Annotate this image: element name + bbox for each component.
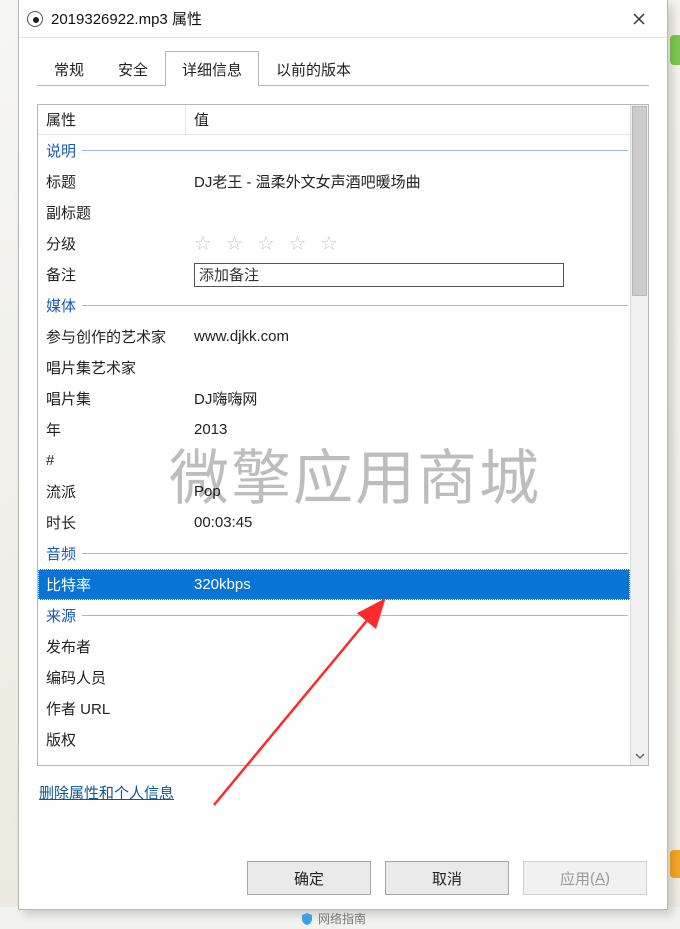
row-author-url[interactable]: 作者 URL [38,693,630,724]
vertical-scrollbar[interactable] [630,105,648,765]
section-description: 说明 [38,135,630,166]
bg-badge-orange [670,850,680,878]
row-title[interactable]: 标题 DJ老王 - 温柔外文女声酒吧暖场曲 [38,166,630,197]
remove-properties-link[interactable]: 删除属性和个人信息 [39,782,174,803]
tab-security[interactable]: 安全 [101,51,165,86]
file-icon [27,11,43,27]
details-grid: 属性 值 说明 标题 DJ老王 - 温柔外文女声酒吧暖场曲 副标题 [37,104,649,766]
row-length[interactable]: 时长 00:03:45 [38,507,630,538]
tab-general[interactable]: 常规 [37,51,101,86]
close-icon [633,13,645,25]
rating-stars[interactable]: ☆ ☆ ☆ ☆ ☆ [194,233,342,255]
row-genre[interactable]: 流派 Pop [38,476,630,507]
row-encoded-by[interactable]: 编码人员 [38,662,630,693]
row-album-artist[interactable]: 唱片集艺术家 [38,352,630,383]
row-comment[interactable]: 备注 添加备注 [38,259,630,290]
row-bitrate[interactable]: 比特率 320kbps [38,569,630,600]
ok-button[interactable]: 确定 [247,861,371,895]
row-publisher[interactable]: 发布者 [38,631,630,662]
row-track-number[interactable]: # [38,445,630,476]
section-audio: 音频 [38,538,630,569]
section-media: 媒体 [38,290,630,321]
section-origin: 来源 [38,600,630,631]
tab-details[interactable]: 详细信息 [165,51,259,86]
row-subtitle[interactable]: 副标题 [38,197,630,228]
row-album[interactable]: 唱片集 DJ嗨嗨网 [38,383,630,414]
header-property[interactable]: 属性 [38,105,186,134]
scroll-down-button[interactable] [631,747,648,765]
shield-icon [300,912,314,926]
tab-previous-versions[interactable]: 以前的版本 [259,51,368,86]
cancel-button[interactable]: 取消 [385,861,509,895]
scroll-thumb[interactable] [632,106,647,296]
properties-dialog: 2019326922.mp3 属性 常规 安全 详细信息 以前的版本 属性 [18,0,668,910]
chevron-down-icon [635,753,645,759]
row-copyright[interactable]: 版权 [38,724,630,755]
window-title: 2019326922.mp3 属性 [51,8,202,29]
titlebar: 2019326922.mp3 属性 [19,0,667,38]
bg-badge-green [670,35,680,65]
apply-button[interactable]: 应用(A) [523,861,647,895]
grid-header: 属性 值 [38,105,630,135]
taskbar-item: 网络指南 [300,910,366,927]
comment-edit[interactable]: 添加备注 [194,263,564,287]
tab-strip: 常规 安全 详细信息 以前的版本 [37,52,649,86]
close-button[interactable] [617,4,661,34]
header-value[interactable]: 值 [186,105,630,134]
row-year[interactable]: 年 2013 [38,414,630,445]
row-rating[interactable]: 分级 ☆ ☆ ☆ ☆ ☆ [38,228,630,259]
row-contributing-artist[interactable]: 参与创作的艺术家 www.djkk.com [38,321,630,352]
dialog-buttons: 确定 取消 应用(A) [37,861,649,895]
